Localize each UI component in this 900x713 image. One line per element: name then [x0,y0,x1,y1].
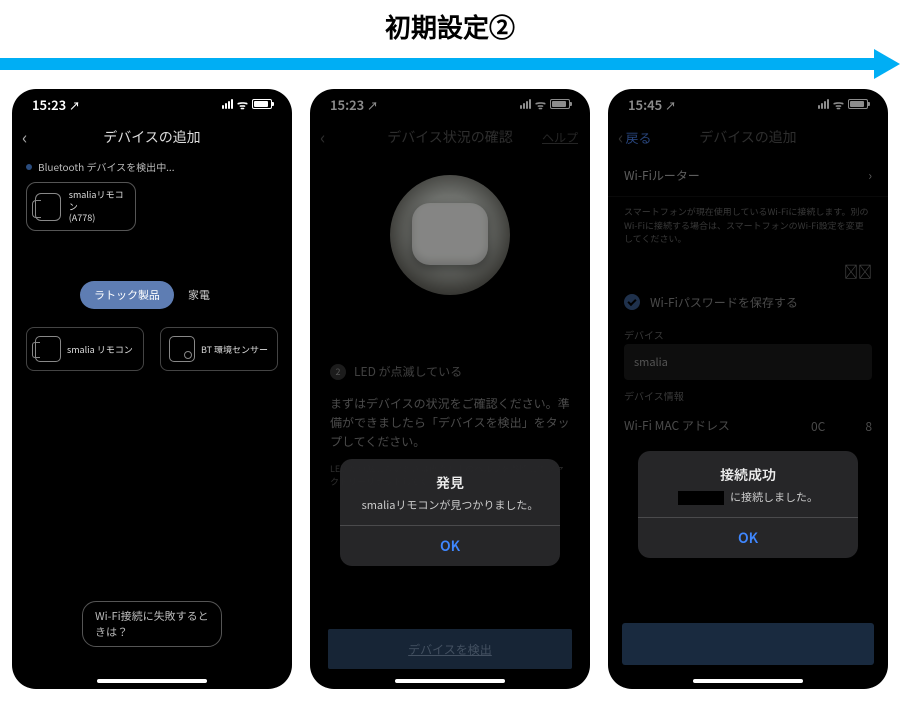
scanning-row: Bluetooth デバイスを検出中... [12,155,292,182]
redacted-block [825,417,865,431]
flow-arrow [0,53,900,75]
nav-title: デバイス状況の確認 [387,127,513,147]
nav-bar: ‹ デバイスの追加 [12,119,292,155]
redacted-block [678,491,724,505]
location-icon: ↗ [69,98,80,114]
back-button[interactable]: ‹ 戻る [618,124,651,150]
location-icon: ↗ [367,98,378,114]
status-time: 15:45 ↗ [628,95,676,114]
device-name-field[interactable]: smalia [624,344,872,380]
found-modal: 発見 smaliaリモコンが見つかりました。 OK [340,459,560,566]
nav-title: デバイスの追加 [103,127,201,147]
sensor-icon [169,336,195,362]
signal-icon [222,99,233,109]
location-icon: ↗ [665,98,676,114]
wifi-note: スマートフォンが現在使用しているWi-Fiに接続します。別のWi-Fiに接続する… [608,197,888,258]
chevron-right-icon: › [868,167,872,184]
save-password-row[interactable]: Wi-Fiパスワードを保存する [608,286,888,319]
found-device-card[interactable]: smaliaリモコン (A778) [26,182,136,231]
tab-appliance[interactable]: 家電 [174,281,224,309]
wifi-router-row[interactable]: Wi-Fiルーター › [608,155,888,197]
check-icon [624,294,640,310]
wifi-troubleshoot-link[interactable]: Wi-Fi接続に失敗するときは？ [82,601,222,647]
status-time: 15:23 ↗ [330,95,378,114]
device-info-section: デバイス情報 [608,380,888,405]
nav-title: デバイスの追加 [699,127,797,147]
step-led: 2 LED が点滅している [310,359,590,384]
wifi-icon: ᯤ [535,96,546,113]
signal-icon [520,99,531,109]
primary-action-button[interactable] [622,623,874,665]
modal-title: 発見 [340,459,560,497]
modal-message: smaliaリモコンが見つかりました。 [340,497,560,525]
battery-icon [550,99,570,109]
status-bar: 15:45 ↗ ᯤ [608,89,888,119]
battery-icon [252,99,272,109]
instruction-text: まずはデバイスの状況をご確認ください。準備ができましたら「デバイスを検出」をタッ… [310,384,590,458]
status-bar: 15:23 ↗ ᯤ [310,89,590,119]
nav-bar: ‹ 戻る デバイスの追加 [608,119,888,155]
back-button[interactable]: ‹ [320,124,325,150]
screen-device-status: 15:23 ↗ ᯤ ‹ デバイス状況の確認 ヘルプ 2 LED が点滅している … [310,89,590,689]
modal-message: に接続しました。 [638,489,858,517]
modal-ok-button[interactable]: OK [340,525,560,566]
home-indicator[interactable] [97,679,207,683]
bluetooth-dot-icon [26,164,32,170]
nav-bar: ‹ デバイス状況の確認 ヘルプ [310,119,590,155]
eye-slash-icon[interactable]: 👁⃠ [844,262,872,282]
card-sensor[interactable]: BT 環境センサー [160,327,278,371]
category-tabs: ラトック製品 家電 [12,281,292,309]
product-image [390,175,510,295]
modal-title: 接続成功 [638,451,858,489]
modal-ok-button[interactable]: OK [638,517,858,558]
wifi-icon: ᯤ [237,96,248,113]
card-remote[interactable]: smalia リモコン [26,327,144,371]
status-time: 15:23 ↗ [32,95,80,114]
battery-icon [848,99,868,109]
wifi-icon: ᯤ [833,96,844,113]
step-number-icon: 2 [330,364,346,380]
back-button[interactable]: ‹ [22,124,27,150]
home-indicator[interactable] [395,679,505,683]
mac-address-row: Wi-Fi MAC アドレス 0C8 [608,405,888,447]
status-bar: 15:23 ↗ ᯤ [12,89,292,119]
remote-device-icon [35,193,61,221]
remote-icon [35,336,61,362]
signal-icon [818,99,829,109]
screens-row: 15:23 ↗ ᯤ ‹ デバイスの追加 Bluetooth デバイスを検出中..… [0,89,900,689]
home-indicator[interactable] [693,679,803,683]
tab-ratoc[interactable]: ラトック製品 [80,281,174,309]
screen-wifi-connect: 15:45 ↗ ᯤ ‹ 戻る デバイスの追加 Wi-Fiルーター › スマートフ… [608,89,888,689]
help-link[interactable]: ヘルプ [542,129,578,146]
screen-add-device: 15:23 ↗ ᯤ ‹ デバイスの追加 Bluetooth デバイスを検出中..… [12,89,292,689]
page-title: 初期設定② [0,0,900,49]
device-section-label: デバイス [608,319,888,344]
success-modal: 接続成功 に接続しました。 OK [638,451,858,558]
detect-device-button[interactable]: デバイスを検出 [328,629,572,669]
